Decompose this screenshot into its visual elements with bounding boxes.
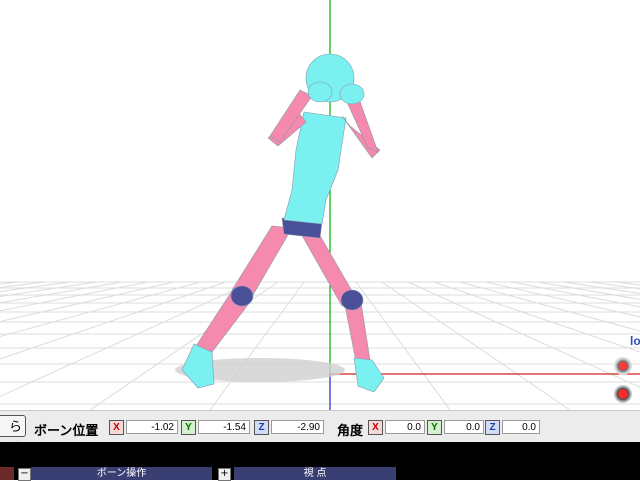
position-x-axis-label: X	[109, 420, 124, 435]
angle-z-field[interactable]: 0.0	[502, 420, 540, 434]
angle-x-axis-label: X	[368, 420, 383, 435]
angle-y-axis-label: Y	[427, 420, 442, 435]
axis-label: lo	[630, 334, 640, 348]
angle-x-field[interactable]: 0.0	[385, 420, 425, 434]
grid-line	[209, 281, 305, 410]
grid-line	[0, 281, 227, 360]
angle-y-field[interactable]: 0.0	[444, 420, 484, 434]
move-gizmo-icon[interactable]	[614, 385, 632, 403]
bone-parameter-bar: ら編 ボーン位置 X -1.02 Y -1.54 Z -2.90 角度 X 0.…	[0, 410, 640, 456]
position-y-axis-label: Y	[181, 420, 196, 435]
grid-line	[381, 281, 571, 410]
expand-view-button[interactable]: +	[218, 468, 231, 481]
rotate-gizmo-icon[interactable]	[614, 357, 632, 375]
left-hand	[307, 81, 333, 103]
right-hand	[339, 83, 365, 105]
position-y-field[interactable]: -1.54	[198, 420, 250, 434]
character-model	[181, 53, 385, 393]
grid-line	[0, 281, 123, 304]
position-x-field[interactable]: -1.02	[126, 420, 178, 434]
3d-viewport[interactable]: lo	[0, 0, 640, 410]
right-foot	[353, 357, 385, 393]
right-knee	[340, 289, 364, 311]
grid-line	[0, 281, 175, 323]
panel-edge	[0, 467, 14, 480]
left-knee	[230, 285, 254, 307]
collapse-bone-ops-button[interactable]: −	[18, 468, 31, 481]
floor-grid	[0, 281, 640, 410]
edit-button[interactable]: ら編	[0, 415, 26, 456]
grid-line	[407, 281, 640, 388]
bone-operations-panel-header[interactable]: ボーン操作	[31, 467, 212, 480]
scene	[0, 0, 640, 410]
position-z-field[interactable]: -2.90	[271, 420, 324, 434]
left-foot	[181, 343, 215, 389]
angle-z-axis-label: Z	[485, 420, 500, 435]
position-z-axis-label: Z	[254, 420, 269, 435]
bone-position-label: ボーン位置	[34, 423, 99, 438]
angle-label: 角度	[337, 423, 364, 438]
grid-line	[0, 281, 149, 312]
view-panel-header[interactable]: 視 点	[234, 467, 396, 480]
